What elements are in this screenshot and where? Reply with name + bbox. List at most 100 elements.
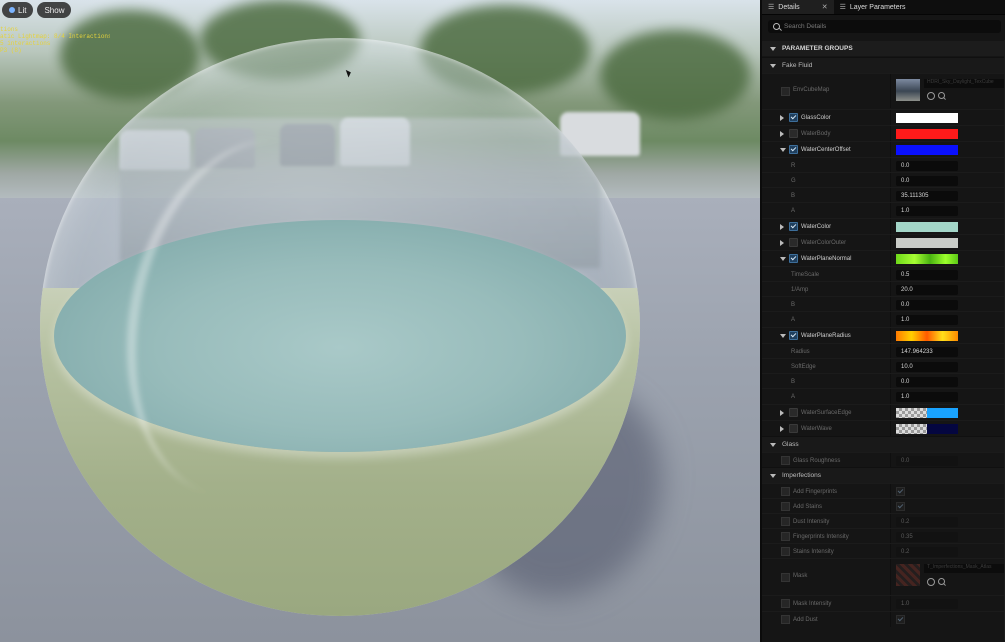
param-label: WaterCenterOffset bbox=[801, 146, 851, 153]
value-field[interactable]: 0.0 bbox=[896, 161, 958, 171]
value-checkbox[interactable] bbox=[896, 502, 905, 511]
group-fake-fluid[interactable]: Fake Fluid bbox=[762, 57, 1005, 73]
expand-chevron-icon[interactable] bbox=[780, 223, 784, 230]
value-field[interactable]: 35.111305 bbox=[896, 191, 958, 201]
param-override-checkbox[interactable] bbox=[781, 532, 790, 541]
expand-chevron-icon[interactable] bbox=[780, 425, 784, 432]
value-field[interactable]: 0.0 bbox=[896, 300, 958, 310]
texture-swatch[interactable] bbox=[896, 408, 958, 418]
param-row-channel-b: B 0.0 bbox=[762, 296, 1005, 312]
value-field[interactable]: 0.2 bbox=[896, 517, 958, 527]
param-override-checkbox[interactable] bbox=[781, 502, 790, 511]
param-override-checkbox[interactable] bbox=[789, 129, 798, 138]
value-checkbox[interactable] bbox=[896, 487, 905, 496]
param-row-env-cube-map: EnvCubeMap HDRI_Sky_Daylight_TexCube bbox=[762, 73, 1005, 108]
value-field[interactable]: 1.0 bbox=[896, 315, 958, 325]
reset-arrow-icon[interactable] bbox=[927, 578, 935, 586]
details-panel: ☰ Details ✕ ☰ Layer Parameters Search De… bbox=[760, 0, 1005, 642]
texture-swatch[interactable] bbox=[896, 331, 958, 341]
column-divider bbox=[890, 389, 891, 404]
value-field[interactable]: 0.0 bbox=[896, 456, 958, 466]
tab-details[interactable]: ☰ Details ✕ bbox=[762, 0, 834, 14]
group-imperfections[interactable]: Imperfections bbox=[762, 467, 1005, 483]
stats-line: atic Lightmap: 8/4 Interactions bbox=[0, 33, 110, 40]
column-divider bbox=[890, 596, 891, 611]
collapse-chevron-icon[interactable] bbox=[780, 333, 786, 338]
reset-arrow-icon[interactable] bbox=[927, 92, 935, 100]
texture-asset-name[interactable]: HDRI_Sky_Daylight_TexCube bbox=[924, 79, 1004, 88]
expand-chevron-icon[interactable] bbox=[780, 239, 784, 246]
lit-icon bbox=[9, 7, 15, 13]
glass-sphere-mesh[interactable] bbox=[40, 38, 640, 616]
value-field[interactable]: 0.0 bbox=[896, 377, 958, 387]
param-override-checkbox[interactable] bbox=[781, 487, 790, 496]
value-field[interactable]: 147.964233 bbox=[896, 347, 958, 357]
texture-asset-name[interactable]: T_Imperfections_Mask_Atlas bbox=[924, 564, 1004, 573]
search-icon bbox=[773, 23, 780, 30]
param-label: WaterBody bbox=[801, 130, 831, 137]
value-field[interactable]: 1.0 bbox=[896, 206, 958, 216]
param-row-mask-intensity: Mask Intensity 1.0 bbox=[762, 595, 1005, 611]
collapse-chevron-icon[interactable] bbox=[780, 147, 786, 152]
param-override-checkbox[interactable] bbox=[789, 238, 798, 247]
param-override-checkbox[interactable] bbox=[781, 573, 790, 582]
value-field[interactable]: 0.0 bbox=[896, 176, 958, 186]
texture-swatch[interactable] bbox=[896, 254, 958, 264]
param-override-checkbox[interactable] bbox=[781, 456, 790, 465]
texture-swatch[interactable] bbox=[896, 424, 958, 434]
param-label: TimeScale bbox=[791, 271, 820, 278]
param-override-checkbox[interactable] bbox=[781, 87, 790, 96]
texture-actions bbox=[927, 92, 945, 100]
group-glass[interactable]: Glass bbox=[762, 436, 1005, 452]
collapse-chevron-icon[interactable] bbox=[780, 256, 786, 261]
value-field[interactable]: 10.0 bbox=[896, 362, 958, 372]
param-label: GlassColor bbox=[801, 114, 831, 121]
expand-chevron-icon[interactable] bbox=[780, 409, 784, 416]
param-override-checkbox[interactable] bbox=[781, 547, 790, 556]
value-checkbox[interactable] bbox=[896, 615, 905, 624]
param-label: B bbox=[791, 378, 796, 385]
expand-chevron-icon[interactable] bbox=[780, 114, 784, 121]
group-label: Glass bbox=[782, 441, 799, 448]
column-divider bbox=[890, 267, 891, 282]
group-label: Imperfections bbox=[782, 472, 822, 479]
param-override-checkbox[interactable] bbox=[789, 254, 798, 263]
param-override-checkbox[interactable] bbox=[789, 331, 798, 340]
show-menu-button[interactable]: Show bbox=[37, 2, 72, 18]
tab-layer-parameters[interactable]: ☰ Layer Parameters bbox=[834, 0, 912, 14]
param-row-channel-b: B 0.0 bbox=[762, 373, 1005, 389]
expand-chevron-icon[interactable] bbox=[780, 130, 784, 137]
param-override-checkbox[interactable] bbox=[789, 424, 798, 433]
color-swatch[interactable] bbox=[896, 145, 958, 155]
column-divider bbox=[890, 328, 891, 343]
lit-mode-button[interactable]: Lit bbox=[2, 2, 34, 18]
value-field[interactable]: 20.0 bbox=[896, 285, 958, 295]
color-swatch[interactable] bbox=[896, 129, 958, 139]
value-field[interactable]: 1.0 bbox=[896, 392, 958, 402]
value-field[interactable]: 1.0 bbox=[896, 599, 958, 609]
param-override-checkbox[interactable] bbox=[789, 113, 798, 122]
param-override-checkbox[interactable] bbox=[781, 599, 790, 608]
browse-search-icon[interactable] bbox=[938, 92, 945, 99]
column-divider bbox=[890, 251, 891, 266]
color-swatch[interactable] bbox=[896, 113, 958, 123]
color-swatch[interactable] bbox=[896, 238, 958, 248]
parameter-groups-header[interactable]: PARAMETER GROUPS bbox=[762, 41, 1005, 56]
param-override-checkbox[interactable] bbox=[789, 145, 798, 154]
browse-search-icon[interactable] bbox=[938, 578, 945, 585]
texture-thumbnail[interactable] bbox=[896, 564, 920, 586]
value-field[interactable]: 0.5 bbox=[896, 270, 958, 280]
param-override-checkbox[interactable] bbox=[789, 408, 798, 417]
close-icon[interactable]: ✕ bbox=[822, 3, 828, 11]
param-override-checkbox[interactable] bbox=[789, 222, 798, 231]
param-label: A bbox=[791, 393, 796, 400]
param-row-add-stains: Add Stains bbox=[762, 498, 1005, 514]
color-swatch[interactable] bbox=[896, 222, 958, 232]
param-override-checkbox[interactable] bbox=[781, 517, 790, 526]
texture-thumbnail[interactable] bbox=[896, 79, 920, 101]
param-override-checkbox[interactable] bbox=[781, 615, 790, 624]
value-field[interactable]: 0.2 bbox=[896, 547, 958, 557]
search-input[interactable]: Search Details bbox=[768, 20, 1001, 33]
level-viewport[interactable]: Lit Show tions atic Lightmap: 8/4 Intera… bbox=[0, 0, 760, 642]
value-field[interactable]: 0.35 bbox=[896, 532, 958, 542]
